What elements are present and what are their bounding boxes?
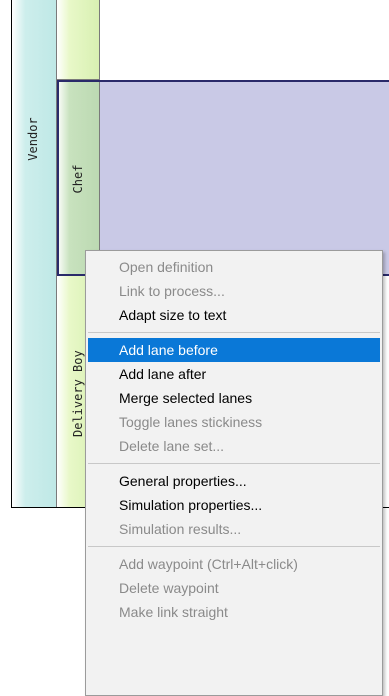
menu-item-simulation-results[interactable]: Simulation results... xyxy=(88,517,380,541)
menu-item-link-to-process[interactable]: Link to process... xyxy=(88,279,380,303)
menu-item-delete-waypoint[interactable]: Delete waypoint xyxy=(88,576,380,600)
menu-separator xyxy=(88,463,380,464)
menu-item-add-lane-before[interactable]: Add lane before xyxy=(88,338,380,362)
lane-label-chef: Chef xyxy=(71,164,85,194)
lane-header-top[interactable] xyxy=(57,0,100,80)
menu-item-add-waypoint[interactable]: Add waypoint (Ctrl+Alt+click) xyxy=(88,552,380,576)
menu-item-toggle-lanes-stickiness[interactable]: Toggle lanes stickiness xyxy=(88,410,380,434)
menu-item-add-lane-after[interactable]: Add lane after xyxy=(88,362,380,386)
lane-label-delivery-boy: Delivery Boy xyxy=(71,350,85,437)
menu-separator xyxy=(88,546,380,547)
menu-item-open-definition[interactable]: Open definition xyxy=(88,255,380,279)
menu-item-delete-lane-set[interactable]: Delete lane set... xyxy=(88,434,380,458)
menu-item-make-link-straight[interactable]: Make link straight xyxy=(88,600,380,624)
pool-header-vendor[interactable] xyxy=(12,0,57,507)
menu-item-simulation-properties[interactable]: Simulation properties... xyxy=(88,493,380,517)
lane-chef-selection-frame xyxy=(57,80,389,276)
menu-item-adapt-size-to-text[interactable]: Adapt size to text xyxy=(88,303,380,327)
context-menu: Open definition Link to process... Adapt… xyxy=(85,250,383,696)
menu-item-merge-selected-lanes[interactable]: Merge selected lanes xyxy=(88,386,380,410)
pool-label: Vendor xyxy=(26,117,40,161)
menu-separator xyxy=(88,332,380,333)
menu-item-general-properties[interactable]: General properties... xyxy=(88,469,380,493)
